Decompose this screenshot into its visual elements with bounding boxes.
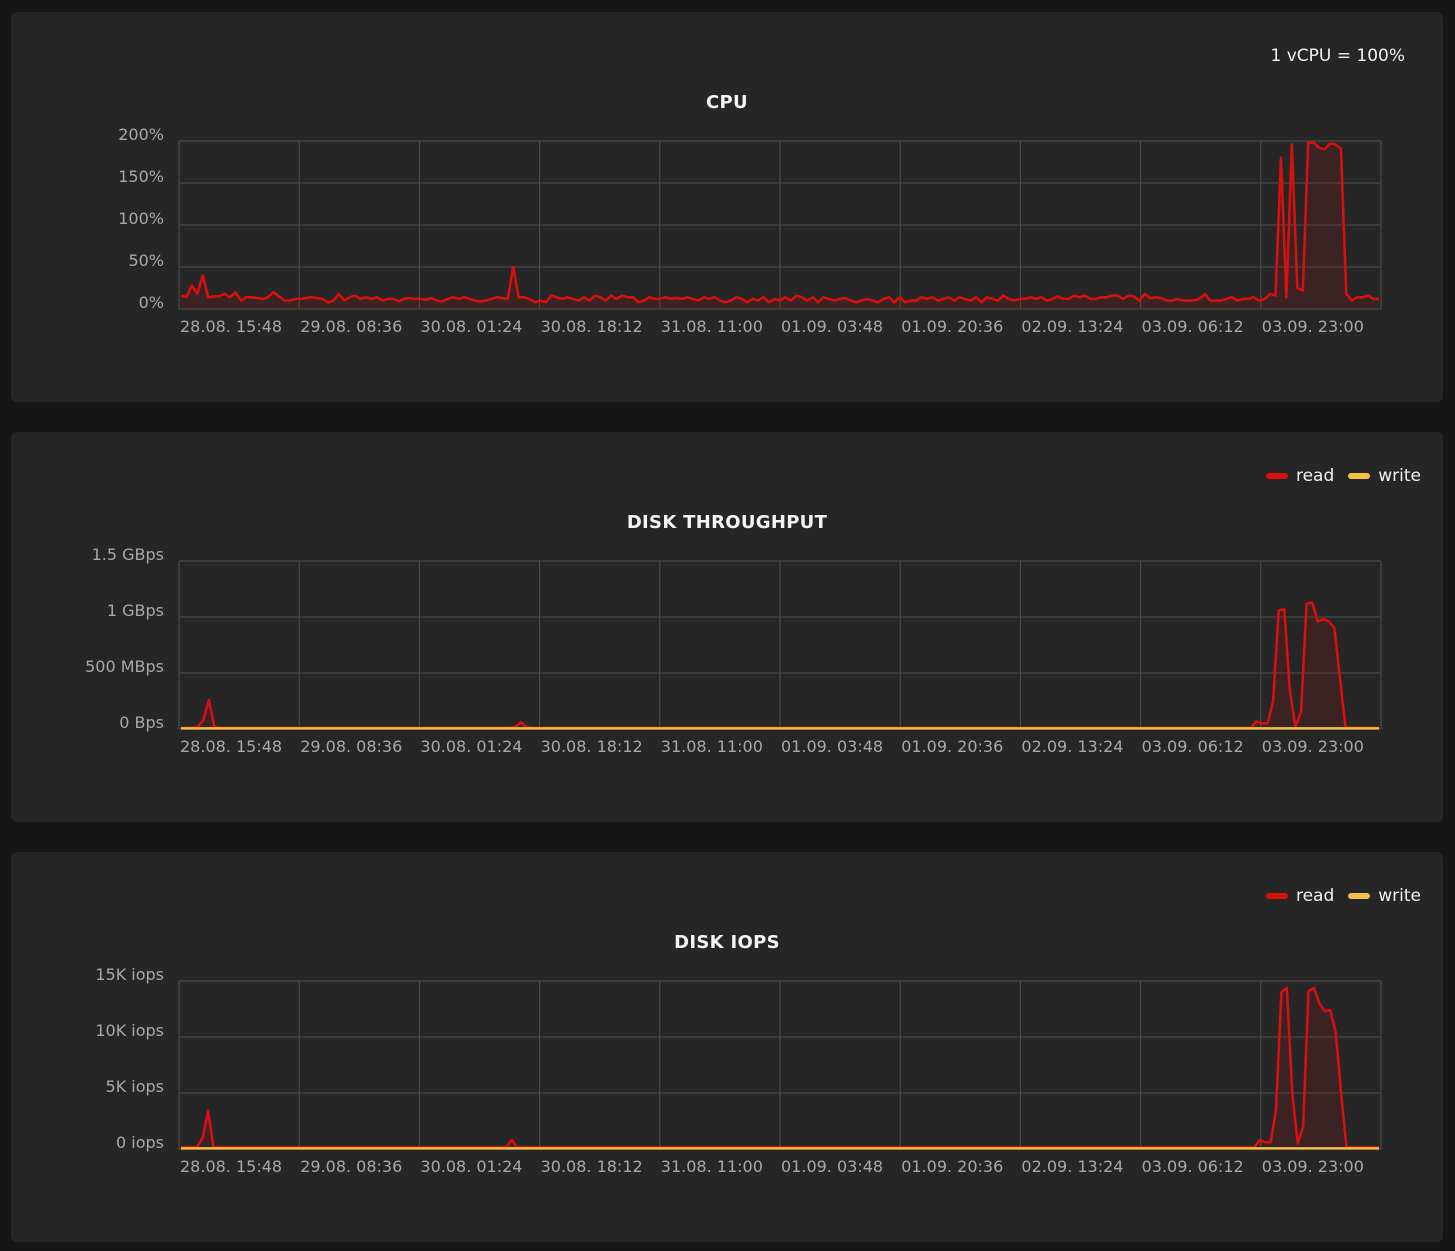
x-tick-label: 31.08. 11:00 [661, 737, 763, 756]
y-tick-label: 100% [118, 209, 164, 228]
x-tick-label: 29.08. 08:36 [300, 317, 402, 336]
disk-throughput-chart-panel: read write DISK THROUGHPUT 1.5 GBps 1 GBp… [11, 432, 1443, 822]
x-tick-label: 28.08. 15:48 [180, 1157, 282, 1176]
y-tick-label: 10K iops [95, 1021, 164, 1040]
x-tick-label: 31.08. 11:00 [661, 1157, 763, 1176]
disk-iops-chart: 15K iops 10K iops 5K iops 0 iops 28.08. 15:4… [95, 965, 1382, 1176]
x-tick-label: 30.08. 01:24 [420, 317, 522, 336]
x-tick-label: 03.09. 06:12 [1142, 1157, 1244, 1176]
x-tick-label: 31.08. 11:00 [661, 317, 763, 336]
x-tick-label: 30.08. 01:24 [420, 737, 522, 756]
y-tick-label: 0 iops [116, 1133, 164, 1152]
y-tick-label: 5K iops [106, 1077, 164, 1096]
x-tick-label: 03.09. 23:00 [1262, 1157, 1364, 1176]
x-tick-label: 30.08. 18:12 [541, 737, 643, 756]
y-tick-label: 50% [128, 251, 164, 270]
disk-iops-chart-panel: read write DISK IOPS 15K iops 10K iops 5K … [11, 852, 1443, 1242]
x-tick-label: 01.09. 20:36 [901, 737, 1003, 756]
y-tick-label: 1 GBps [107, 601, 164, 620]
y-tick-label: 500 MBps [85, 657, 164, 676]
x-tick-label: 02.09. 13:24 [1021, 1157, 1123, 1176]
x-tick-label: 03.09. 06:12 [1142, 737, 1244, 756]
x-tick-label: 03.09. 23:00 [1262, 737, 1364, 756]
x-tick-label: 28.08. 15:48 [180, 317, 282, 336]
x-tick-label: 01.09. 20:36 [901, 317, 1003, 336]
x-tick-label: 29.08. 08:36 [300, 1157, 402, 1176]
cpu-chart: 200% 150% 100% 50% 0% 28.08. 15:48 29.08. 08:3… [118, 125, 1382, 336]
x-tick-label: 30.08. 18:12 [541, 317, 643, 336]
x-tick-label: 01.09. 20:36 [901, 1157, 1003, 1176]
x-tick-label: 01.09. 03:48 [781, 1157, 883, 1176]
x-tick-label: 02.09. 13:24 [1021, 317, 1123, 336]
x-tick-label: 30.08. 18:12 [541, 1157, 643, 1176]
x-tick-label: 03.09. 06:12 [1142, 317, 1244, 336]
x-tick-label: 28.08. 15:48 [180, 737, 282, 756]
x-tick-label: 03.09. 23:00 [1262, 317, 1364, 336]
y-tick-label: 0% [139, 293, 164, 312]
x-tick-label: 01.09. 03:48 [781, 317, 883, 336]
disk-throughput-chart: 1.5 GBps 1 GBps 500 MBps 0 Bps 28.08. 15:48 2… [85, 545, 1382, 756]
y-tick-label: 1.5 GBps [92, 545, 164, 564]
y-tick-label: 15K iops [95, 965, 164, 984]
y-tick-label: 150% [118, 167, 164, 186]
x-tick-label: 01.09. 03:48 [781, 737, 883, 756]
cpu-chart-panel: 1 vCPU = 100% CPU 200% 150% 100% 50% 0% 28.08… [11, 12, 1443, 402]
y-tick-label: 0 Bps [119, 713, 164, 732]
x-tick-label: 30.08. 01:24 [420, 1157, 522, 1176]
y-tick-label: 200% [118, 125, 164, 144]
x-tick-label: 02.09. 13:24 [1021, 737, 1123, 756]
x-tick-label: 29.08. 08:36 [300, 737, 402, 756]
